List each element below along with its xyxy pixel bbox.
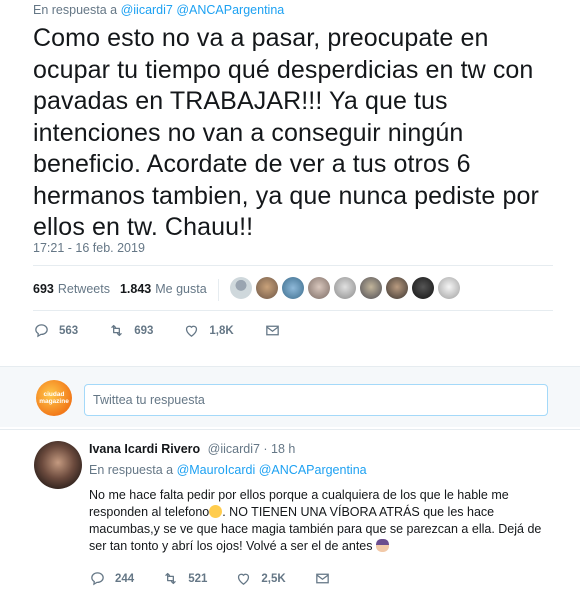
tweet-text: Como esto no va a pasar, preocupate en o…: [33, 24, 539, 241]
envelope-icon: [265, 325, 279, 336]
engagement-stats: 693 Retweets 1.843 Me gusta: [33, 272, 217, 306]
likers-avatars: [230, 277, 460, 299]
reply-reply-to-prefix: En respuesta a: [89, 463, 174, 477]
liker-avatar[interactable]: [386, 277, 408, 299]
liker-avatar[interactable]: [334, 277, 356, 299]
reply-icon: [91, 572, 104, 586]
heart-icon: [186, 325, 198, 337]
reply-action[interactable]: 563: [33, 322, 78, 339]
liker-avatar[interactable]: [360, 277, 382, 299]
reply-author-name[interactable]: Ivana Icardi Rivero: [89, 442, 200, 456]
liker-avatar[interactable]: [282, 277, 304, 299]
divider: [33, 265, 553, 266]
reply-to-handles[interactable]: @iicardi7 @ANCAPargentina: [121, 3, 285, 17]
reply-reply-to-handles[interactable]: @MauroIcardi @ANCAPargentina: [177, 463, 367, 477]
retweets-label: Retweets: [57, 282, 110, 296]
reply-divider: [0, 429, 580, 430]
liker-avatar[interactable]: [230, 277, 252, 299]
reply-actions: 244 521 2,5K: [89, 570, 368, 587]
envelope-icon: [315, 573, 329, 584]
reply-dm-action[interactable]: [314, 570, 340, 587]
tweet-timestamp[interactable]: 17:21 - 16 feb. 2019: [33, 241, 145, 255]
reply-header: Ivana Icardi Rivero @iicardi7 · 18 h: [89, 442, 295, 456]
stats-separator: [218, 279, 219, 301]
liker-avatar[interactable]: [256, 277, 278, 299]
reply-author-avatar[interactable]: [34, 441, 82, 489]
reply-reply-count: 244: [115, 572, 135, 585]
liker-avatar[interactable]: [412, 277, 434, 299]
composer-avatar[interactable]: ciudad magazine: [36, 380, 72, 416]
winking-face-icon: [209, 505, 223, 518]
retweet-count: 693: [134, 324, 154, 337]
reply-reply-to-line: En respuesta a @MauroIcardi @ANCAPargent…: [89, 463, 367, 477]
like-count: 1,8K: [209, 324, 234, 337]
reply-handle-time[interactable]: @iicardi7 · 18 h: [208, 442, 296, 456]
woman-emoji-icon: [375, 539, 389, 552]
divider: [33, 310, 553, 311]
reply-count: 563: [59, 324, 79, 337]
reply-retweet-action[interactable]: 521: [162, 570, 207, 587]
reply-icon: [35, 324, 48, 338]
dm-action[interactable]: [264, 322, 290, 339]
retweet-icon: [165, 572, 177, 585]
reply-text: No me hace falta pedir por ellos porque …: [89, 487, 549, 555]
retweets-stat[interactable]: 693 Retweets: [33, 282, 110, 296]
tweet-actions: 563 693 1,8K: [33, 322, 320, 339]
reply-input[interactable]: Twittea tu respuesta: [84, 384, 548, 416]
reply-like-action[interactable]: 2,5K: [235, 570, 286, 587]
likes-stat[interactable]: 1.843 Me gusta: [120, 282, 207, 296]
likes-label: Me gusta: [155, 282, 207, 296]
liker-avatar[interactable]: [438, 277, 460, 299]
liker-avatar[interactable]: [308, 277, 330, 299]
retweets-count: 693: [33, 282, 54, 296]
retweet-action[interactable]: 693: [108, 322, 153, 339]
reply-like-count: 2,5K: [261, 572, 286, 585]
main-tweet: En respuesta a @iicardi7 @ANCAPargentina…: [0, 0, 580, 366]
composer-avatar-text: ciudad magazine: [39, 391, 69, 405]
likes-count: 1.843: [119, 282, 152, 296]
reply-retweet-count: 521: [188, 572, 208, 585]
reply-reply-action[interactable]: 244: [89, 570, 134, 587]
heart-icon: [238, 573, 250, 585]
retweet-icon: [111, 324, 123, 337]
reply-to-prefix: En respuesta a: [33, 3, 118, 17]
like-action[interactable]: 1,8K: [183, 322, 234, 339]
reply-to-line: En respuesta a @iicardi7 @ANCAPargentina: [33, 3, 284, 17]
